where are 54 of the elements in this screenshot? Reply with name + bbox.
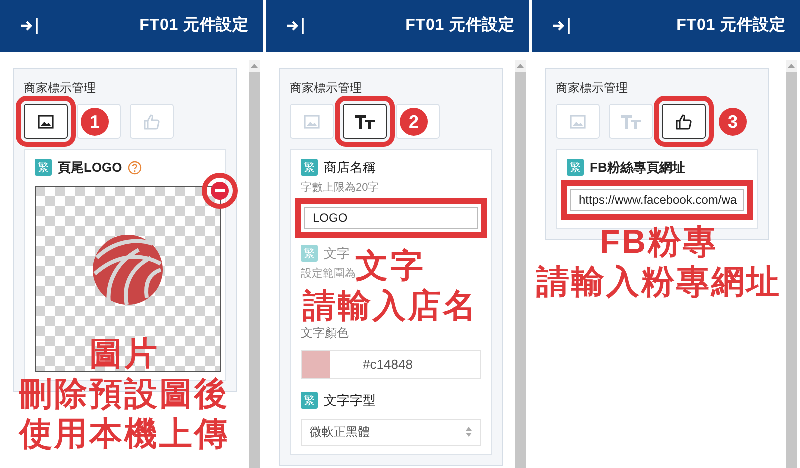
scrollbar[interactable] [786,60,797,468]
annotation-caption: 請輸入店名 [303,286,478,326]
color-swatch [302,351,330,378]
scroll-up-icon[interactable] [251,64,258,68]
annotation-caption: FB粉專 [600,222,718,262]
annotation-caption: 刪除預設圖後 [20,374,230,414]
panel-title: FT01 元件設定 [140,15,249,36]
thumbs-up-icon [676,114,692,130]
field-label: 文字顏色 [301,325,350,342]
scroll-up-icon[interactable] [517,64,524,68]
scrollbar[interactable] [515,60,526,468]
remove-button[interactable] [211,182,229,200]
field-label: 文字字型 [324,392,376,410]
annotation-caption: 使用本機上傳 [20,414,230,454]
section-title: 商家標示管理 [556,80,629,97]
help-icon[interactable] [128,160,142,175]
collapse-icon[interactable] [286,17,306,35]
minus-icon [215,189,225,192]
image-icon [570,114,586,128]
step-badge: 3 [719,108,747,136]
thumbs-up-icon [144,114,160,130]
text-size-icon [621,114,641,128]
text-field[interactable]: LOGO [295,198,487,238]
sort-icon [466,427,472,437]
annotation-caption: 文字 [356,246,426,286]
panel-title: FT01 元件設定 [406,15,515,36]
language-tag: 繁 [35,159,52,176]
font-select[interactable]: 微軟正黑體 [301,418,481,446]
text-field[interactable]: https://www.facebook.com/wa [561,180,753,220]
select-value: 微軟正黑體 [310,424,370,441]
language-tag: 繁 [301,245,318,262]
annotation-caption: 圖片 [90,334,160,374]
field-label: 文字 [324,245,350,263]
text-size-icon [355,114,375,128]
field-hint: 字數上限為20字 [301,180,380,196]
image-icon [38,114,54,128]
section-title: 商家標示管理 [24,80,97,97]
image-icon [304,114,320,128]
collapse-icon[interactable] [552,17,572,35]
language-tag: 繁 [301,159,318,176]
language-tag: 繁 [567,159,584,176]
scrollbar[interactable] [249,60,260,468]
field-label: 頁尾LOGO [58,159,122,177]
color-field[interactable]: #c14848 [301,350,481,379]
scroll-up-icon[interactable] [788,64,795,68]
field-label: FB粉絲專頁網址 [590,159,686,177]
color-value: #c14848 [362,356,414,374]
annotation-caption: 請輸入粉專網址 [536,262,782,302]
section-title: 商家標示管理 [290,80,363,97]
field-label: 商店名稱 [324,159,376,177]
panel-title: FT01 元件設定 [676,15,786,36]
collapse-icon[interactable] [20,17,40,35]
language-tag: 繁 [301,392,318,410]
field-hint: 設定範圍為 [301,268,356,280]
